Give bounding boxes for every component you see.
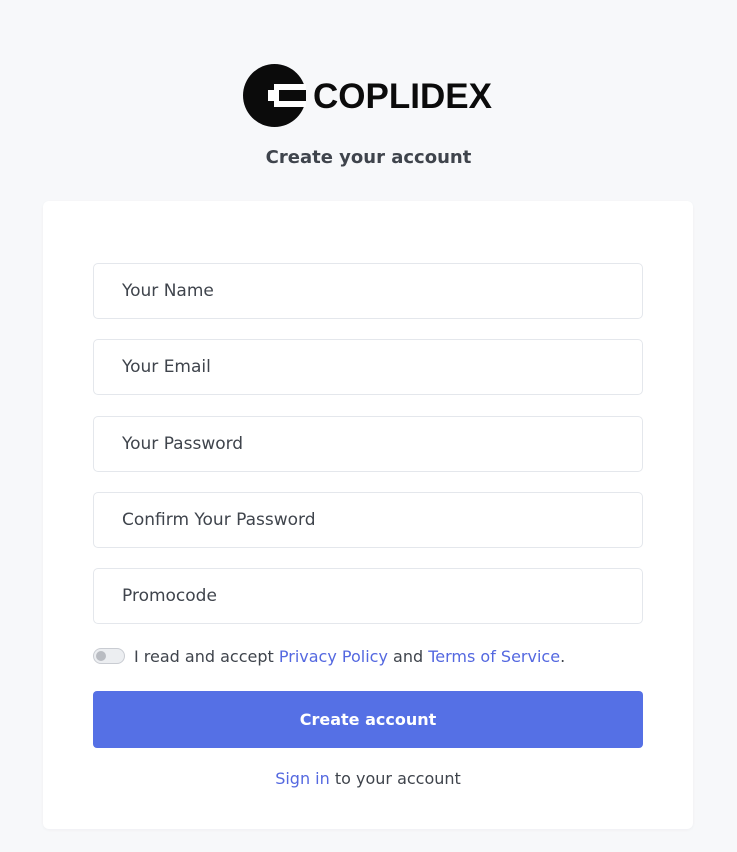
page-subtitle: Create your account [265, 147, 472, 168]
terms-of-service-link[interactable]: Terms of Service [428, 647, 560, 666]
confirm-password-field[interactable] [93, 492, 643, 548]
email-field[interactable] [93, 339, 643, 395]
logo: COPLIDEX [243, 64, 492, 127]
email-input[interactable] [94, 340, 642, 394]
name-input[interactable] [94, 264, 642, 318]
terms-conjunction: and [393, 646, 424, 666]
password-field[interactable] [93, 416, 643, 472]
terms-prefix: I read and accept [134, 646, 274, 666]
coplidex-c-logo-icon [243, 64, 306, 127]
password-input[interactable] [94, 417, 642, 471]
brand-name: COPLIDEX [313, 77, 492, 116]
signin-suffix: to your account [334, 769, 461, 788]
terms-row: I read and accept Privacy Policy and Ter… [93, 646, 565, 666]
toggle-knob [96, 651, 106, 661]
privacy-policy-link[interactable]: Privacy Policy [279, 647, 388, 666]
promocode-input[interactable] [94, 569, 642, 623]
signin-row: Sign in to your account [43, 769, 693, 788]
terms-suffix: . [560, 646, 566, 666]
sign-in-link[interactable]: Sign in [275, 769, 330, 788]
create-account-button[interactable]: Create account [93, 691, 643, 748]
signup-card: I read and accept Privacy Policy and Ter… [43, 201, 693, 829]
promocode-field[interactable] [93, 568, 643, 624]
terms-toggle[interactable] [93, 648, 125, 664]
confirm-password-input[interactable] [94, 493, 642, 547]
name-field[interactable] [93, 263, 643, 319]
